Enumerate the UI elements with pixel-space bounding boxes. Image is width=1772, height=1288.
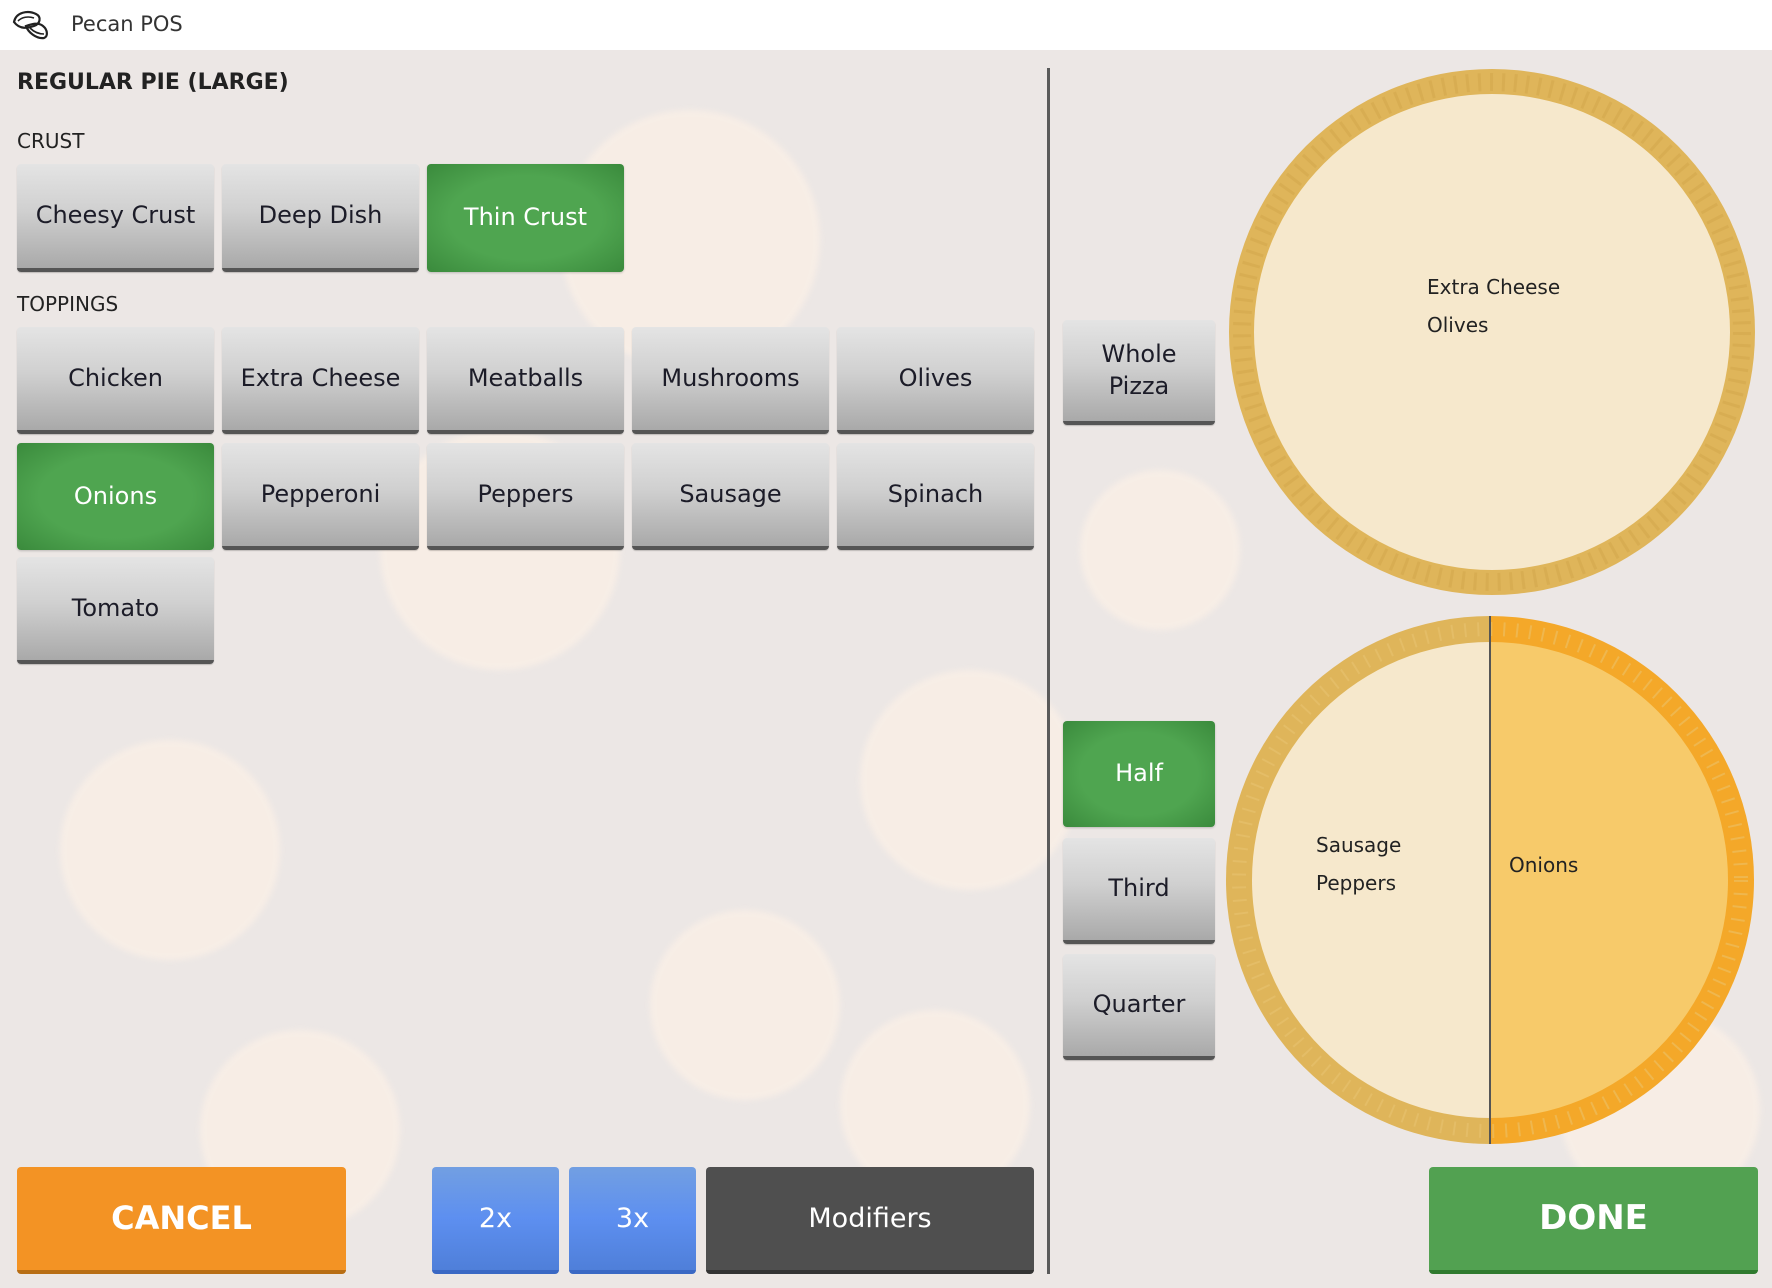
crust-option-deep-dish[interactable]: Deep Dish bbox=[222, 164, 419, 272]
portion-whole-pizza-button[interactable]: Whole Pizza bbox=[1063, 320, 1215, 425]
multiply-3x-button[interactable]: 3x bbox=[569, 1167, 696, 1274]
topping-option-peppers[interactable]: Peppers bbox=[427, 443, 624, 550]
done-button[interactable]: DONE bbox=[1429, 1167, 1758, 1274]
whole-pizza-topping: Extra Cheese bbox=[1427, 275, 1561, 299]
crust-option-thin-crust[interactable]: Thin Crust bbox=[427, 164, 624, 272]
topping-option-meatballs[interactable]: Meatballs bbox=[427, 327, 624, 434]
topping-option-tomato[interactable]: Tomato bbox=[17, 557, 214, 664]
modifiers-button[interactable]: Modifiers bbox=[706, 1167, 1034, 1274]
portion-quarter-button[interactable]: Quarter bbox=[1063, 954, 1215, 1060]
item-title: REGULAR PIE (LARGE) bbox=[17, 70, 289, 95]
half-left-topping: Peppers bbox=[1316, 871, 1396, 895]
multiply-2x-button[interactable]: 2x bbox=[432, 1167, 559, 1274]
topping-option-pepperoni[interactable]: Pepperoni bbox=[222, 443, 419, 550]
half-right-toppings: Onions bbox=[1509, 846, 1578, 884]
portion-third-button[interactable]: Third bbox=[1063, 838, 1215, 944]
topping-option-extra-cheese[interactable]: Extra Cheese bbox=[222, 327, 419, 434]
topping-option-spinach[interactable]: Spinach bbox=[837, 443, 1034, 550]
background-bokeh bbox=[650, 910, 840, 1100]
background-bokeh bbox=[60, 740, 280, 960]
background-bokeh bbox=[1080, 470, 1240, 630]
half-left-topping: Sausage bbox=[1316, 833, 1402, 857]
topping-option-olives[interactable]: Olives bbox=[837, 327, 1034, 434]
whole-pizza-toppings: Extra Cheese Olives bbox=[1427, 268, 1560, 344]
whole-pizza-topping: Olives bbox=[1427, 313, 1489, 337]
crust-section-label: CRUST bbox=[17, 129, 85, 153]
topping-option-sausage[interactable]: Sausage bbox=[632, 443, 829, 550]
toppings-section-label: TOPPINGS bbox=[17, 292, 119, 316]
pecan-logo-icon bbox=[12, 11, 48, 40]
app-title: Pecan POS bbox=[71, 12, 183, 36]
topping-option-chicken[interactable]: Chicken bbox=[17, 327, 214, 434]
portion-half-button[interactable]: Half bbox=[1063, 721, 1215, 827]
crust-option-cheesy-crust[interactable]: Cheesy Crust bbox=[17, 164, 214, 272]
topping-option-mushrooms[interactable]: Mushrooms bbox=[632, 327, 829, 434]
half-left-toppings: Sausage Peppers bbox=[1316, 826, 1401, 902]
half-right-topping: Onions bbox=[1509, 853, 1579, 877]
topping-option-onions[interactable]: Onions bbox=[17, 443, 214, 550]
title-bar: Pecan POS bbox=[0, 0, 1772, 50]
cancel-button[interactable]: CANCEL bbox=[17, 1167, 346, 1274]
half-pizza-diagram bbox=[1226, 616, 1754, 1144]
panel-divider bbox=[1047, 68, 1050, 1274]
